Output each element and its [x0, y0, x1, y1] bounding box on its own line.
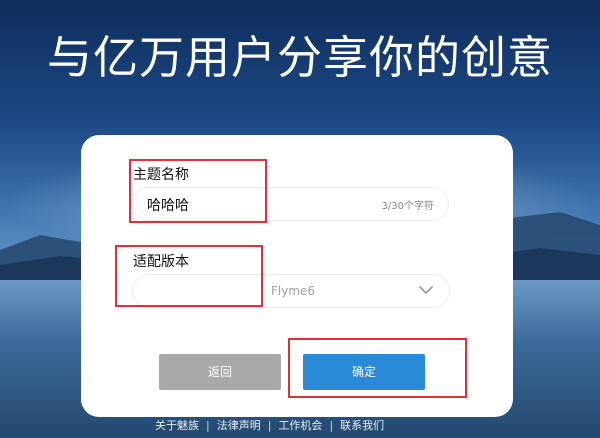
highlight-box-confirm: [288, 338, 467, 398]
footer-link-jobs[interactable]: 工作机会: [271, 417, 329, 433]
highlight-box-version: [115, 245, 263, 307]
highlight-box-theme-name: [129, 159, 267, 223]
chevron-down-icon[interactable]: [417, 281, 435, 299]
back-button[interactable]: 返回: [159, 354, 281, 390]
footer-link-contact[interactable]: 联系我们: [333, 417, 391, 433]
footer-links: 关于魅族 | 法律声明 | 工作机会 | 联系我们: [148, 416, 448, 434]
upload-form-card: 主题名称 哈哈哈 3/30个字符 适配版本 Flyme6 返回 确定: [81, 135, 513, 417]
footer-link-legal[interactable]: 法律声明: [210, 417, 268, 433]
character-counter: 3/30个字符: [381, 201, 434, 212]
version-selected-value: Flyme6: [271, 284, 316, 298]
hero-title: 与亿万用户分享你的创意: [46, 31, 553, 84]
footer-link-about[interactable]: 关于魅族: [148, 417, 206, 433]
